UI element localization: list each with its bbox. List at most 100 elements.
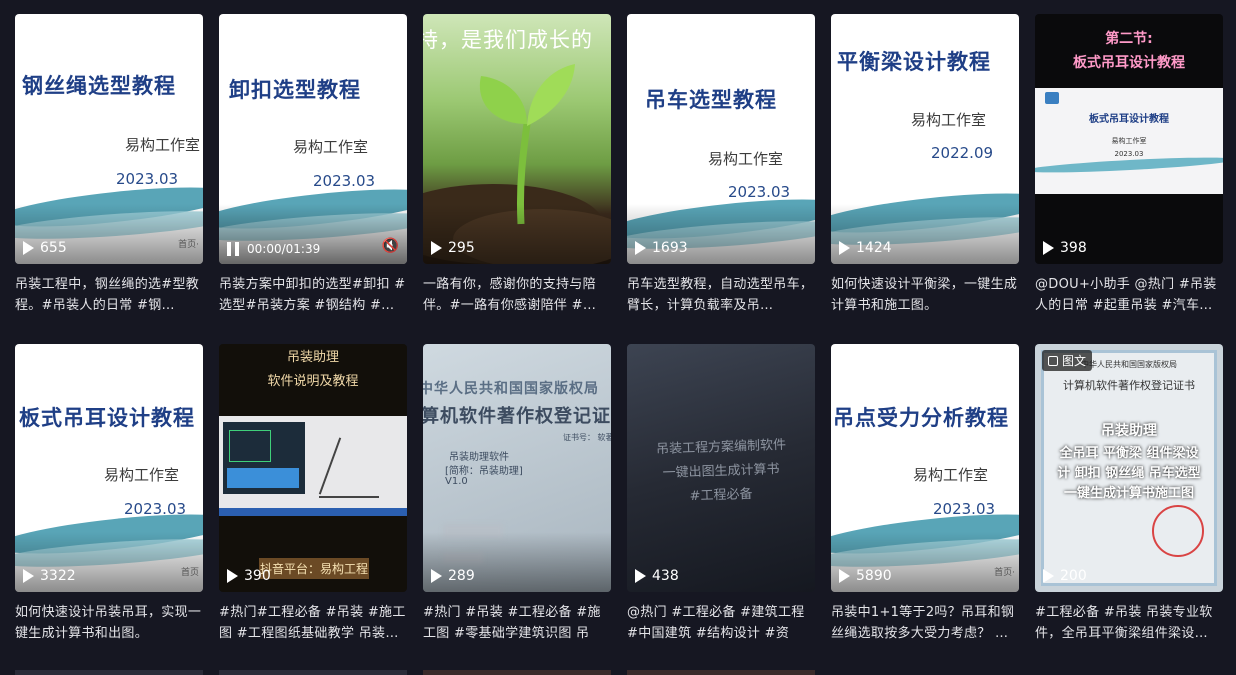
slide-subtitle: 易构工作室 — [911, 111, 987, 129]
video-description[interactable]: 一路有你，感谢你的支持与陪伴。#一路有你感谢陪伴 #… — [423, 274, 611, 316]
play-icon — [635, 241, 646, 255]
overlay-caption: 吊装助理 — [1101, 423, 1157, 439]
slide-title: 平衡梁设计教程 — [837, 50, 991, 74]
overlay-caption: 全吊耳 平衡梁 组件梁设 — [1059, 446, 1199, 461]
video-card[interactable]: 吊车选型教程 易构工作室 2023.03 1693 吊车选型教程，自动选型吊车，… — [627, 14, 815, 316]
video-card[interactable]: 吊装助理 软件说明及教程 抖音平台：易构工程 390 #热门#工程必备 #吊装 … — [219, 344, 407, 644]
pause-icon[interactable] — [227, 242, 239, 256]
slide-title: 卸扣选型教程 — [229, 78, 361, 102]
play-count: 5890 — [839, 568, 892, 584]
slide-subtitle: 易构工作室 — [913, 466, 989, 484]
overlay-caption: 抖音平台：易构工程 — [259, 558, 369, 579]
overlay-caption: 一键生成计算书施工图 — [1063, 486, 1194, 501]
video-thumbnail[interactable]: 吊装工程方案编制软件 一键出图生成计算书 #工程必备 438 — [627, 344, 815, 592]
slide-title: 吊点受力分析教程 — [833, 406, 1009, 430]
video-description[interactable]: #热门#工程必备 #吊装 #施工图 #工程图纸基础教学 吊装… — [219, 602, 407, 644]
slide-footer: 首页· — [994, 568, 1015, 578]
play-count: 1424 — [839, 240, 892, 256]
play-icon — [23, 569, 34, 583]
play-count: 289 — [431, 568, 475, 584]
certificate-title: 算机软件著作权登记证 — [423, 406, 611, 427]
playback-controls[interactable]: 00:00/01:39 — [227, 242, 320, 256]
play-icon — [431, 241, 442, 255]
play-count: 3322 — [23, 568, 76, 584]
video-card[interactable]: 卸扣选型教程 易构工作室 2023.03 00:00/01:39 🔇 吊装方案中… — [219, 14, 407, 316]
overlay-caption: 吊装工程方案编制软件 — [655, 437, 787, 458]
overlay-caption: 计 卸扣 钢丝绳 吊车选型 — [1057, 466, 1201, 481]
image-thumbnail[interactable]: 中华人民共和国国家版权局 计算机软件著作权登记证书 吊装助理 全吊耳 平衡梁 组… — [1035, 344, 1223, 592]
video-card[interactable]: 钢丝绳选型教程 易构工作室 2023.03 首页· 655 吊装工程中，钢丝绳的… — [15, 14, 203, 316]
play-icon — [227, 569, 238, 583]
video-description[interactable]: 如何快速设计平衡梁，一键生成计算书和施工图。 — [831, 274, 1019, 316]
video-thumbnail[interactable]: 卸扣选型教程 易构工作室 2023.03 00:00/01:39 🔇 — [219, 14, 407, 264]
video-thumbnail[interactable]: 持，是我们成长的 295 — [423, 14, 611, 264]
overlay-caption: 第二节: — [1105, 31, 1153, 47]
slide-date: 2023.03 — [313, 172, 376, 190]
play-icon — [431, 569, 442, 583]
play-count: 200 — [1043, 568, 1087, 584]
video-thumbnail[interactable]: 第二节: 板式吊耳设计教程 板式吊耳设计教程 易构工作室 2023.03 398 — [1035, 14, 1223, 264]
play-count: 438 — [635, 568, 679, 584]
video-description[interactable]: 吊装方案中卸扣的选型#卸扣 #选型#吊装方案 #钢结构 #… — [219, 274, 407, 316]
video-description[interactable]: 吊装工程中，钢丝绳的选#型教程。#吊装人的日常 #钢… — [15, 274, 203, 316]
video-card[interactable]: 平衡梁设计教程 易构工作室 2022.09 1424 如何快速设计平衡梁，一键生… — [831, 14, 1019, 316]
video-card[interactable]: 吊装工程方案编制软件 一键出图生成计算书 #工程必备 438 @热门 #工程必备… — [627, 344, 815, 644]
play-count: 655 — [23, 240, 67, 256]
slide-subtitle: 易构工作室 — [293, 138, 369, 156]
slide-title: 吊车选型教程 — [645, 88, 777, 112]
video-card[interactable]: 板式吊耳设计教程 易构工作室 2023.03 首页 3322 如何快速设计吊装吊… — [15, 344, 203, 644]
video-card[interactable]: 持，是我们成长的 295 一路有你，感谢你的支持与陪伴。#一路有你感谢陪伴 #… — [423, 14, 611, 316]
mute-icon[interactable]: 🔇 — [382, 238, 399, 254]
overlay-caption: 吊装助理 — [286, 350, 339, 365]
video-description[interactable]: @DOU+小助手 @热门 #吊装人的日常 #起重吊装 #汽车… — [1035, 274, 1223, 316]
logo-icon — [1045, 92, 1059, 104]
video-card[interactable]: 吊点受力分析教程 易构工作室 2023.03 首页· 5890 吊装中1+1等于… — [831, 344, 1019, 644]
video-description[interactable]: 吊装中1+1等于2吗？吊耳和钢丝绳选取按多大受力考虑？ … — [831, 602, 1019, 644]
play-count: 295 — [431, 240, 475, 256]
play-count: 390 — [227, 568, 271, 584]
play-icon — [839, 569, 850, 583]
video-card-partial[interactable] — [423, 670, 611, 675]
play-count: 398 — [1043, 240, 1087, 256]
slide-date: 2023.03 — [728, 183, 791, 201]
slide-subtitle: 易构工作室 — [125, 136, 201, 154]
video-description[interactable]: 吊车选型教程，自动选型吊车，臂长，计算负载率及吊… — [627, 274, 815, 316]
play-icon — [839, 241, 850, 255]
overlay-caption: 一键出图生成计算书 — [662, 461, 780, 482]
video-thumbnail[interactable]: 吊车选型教程 易构工作室 2023.03 1693 — [627, 14, 815, 264]
seal-stamp — [1152, 505, 1204, 557]
slide-subtitle: 易构工作室 — [104, 466, 180, 484]
video-description[interactable]: #热门 #吊装 #工程必备 #施工图 #零基础学建筑识图 吊装… — [423, 602, 611, 644]
video-thumbnail[interactable]: 钢丝绳选型教程 易构工作室 2023.03 首页· 655 — [15, 14, 203, 264]
image-post-card[interactable]: 中华人民共和国国家版权局 计算机软件著作权登记证书 吊装助理 全吊耳 平衡梁 组… — [1035, 344, 1223, 644]
video-card-partial[interactable] — [219, 670, 407, 675]
certificate-heading: 中华人民共和国国家版权局 — [423, 381, 599, 397]
video-thumbnail[interactable]: 中华人民共和国国家版权局 算机软件著作权登记证 证书号： 软著登 吊装助理软件 … — [423, 344, 611, 592]
image-post-badge: 图文 — [1042, 350, 1093, 371]
slide-title: 板式吊耳设计教程 — [19, 406, 195, 430]
video-thumbnail[interactable]: 吊点受力分析教程 易构工作室 2023.03 首页· 5890 — [831, 344, 1019, 592]
slide-footer: 首页· — [178, 240, 199, 250]
video-description[interactable]: @热门 #工程必备 #建筑工程 #中国建筑 #结构设计 #资质… — [627, 602, 815, 644]
slide-title: 钢丝绳选型教程 — [22, 74, 176, 98]
play-icon — [1043, 241, 1054, 255]
software-screenshot — [219, 416, 407, 516]
video-thumbnail[interactable]: 板式吊耳设计教程 易构工作室 2023.03 首页 3322 — [15, 344, 203, 592]
video-thumbnail[interactable]: 吊装助理 软件说明及教程 抖音平台：易构工程 390 — [219, 344, 407, 592]
overlay-caption: 板式吊耳设计教程 — [1073, 55, 1185, 71]
play-icon — [635, 569, 646, 583]
slide-date: 2022.09 — [931, 144, 994, 162]
play-count: 1693 — [635, 240, 688, 256]
video-card[interactable]: 第二节: 板式吊耳设计教程 板式吊耳设计教程 易构工作室 2023.03 398… — [1035, 14, 1223, 316]
video-card[interactable]: 中华人民共和国国家版权局 算机软件著作权登记证 证书号： 软著登 吊装助理软件 … — [423, 344, 611, 644]
certificate-number: 证书号： 软著登 — [563, 433, 611, 442]
slide-footer: 首页 — [180, 568, 199, 578]
video-card-partial[interactable] — [15, 670, 203, 675]
video-thumbnail[interactable]: 平衡梁设计教程 易构工作室 2022.09 1424 — [831, 14, 1019, 264]
play-icon — [23, 241, 34, 255]
video-description[interactable]: 如何快速设计吊装吊耳，实现一键生成计算书和出图。 — [15, 602, 203, 644]
video-card-partial[interactable] — [627, 670, 815, 675]
overlay-caption: #工程必备 — [689, 486, 753, 505]
video-description[interactable]: #工程必备 #吊装 吊装专业软件，全吊耳平衡梁组件梁设… — [1035, 602, 1223, 644]
slide-subtitle: 易构工作室 — [708, 150, 784, 168]
